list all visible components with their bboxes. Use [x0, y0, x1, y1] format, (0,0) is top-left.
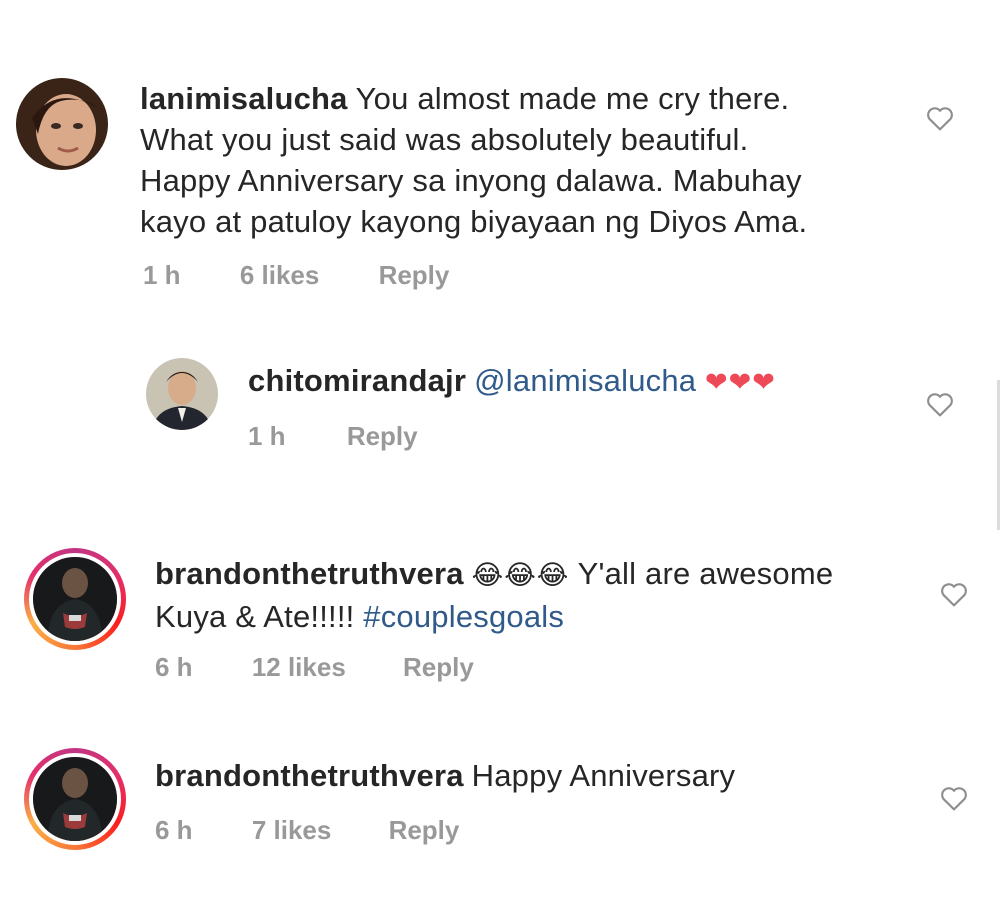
avatar-story-ring[interactable]: [24, 548, 126, 650]
likes-count[interactable]: 6 likes: [240, 260, 320, 291]
comment-line: What you just said was absolutely beauti…: [140, 122, 749, 157]
heart-outline-icon[interactable]: [923, 388, 957, 420]
avatar[interactable]: [16, 78, 108, 170]
mention-link[interactable]: @lanimisalucha: [474, 363, 696, 398]
username[interactable]: brandonthetruthvera: [155, 556, 464, 591]
comment-text: brandonthetruthvera Happy Anniversary: [155, 755, 915, 796]
comment-meta: 6 h 7 likes Reply: [155, 815, 459, 846]
heart-outline-icon[interactable]: [937, 578, 971, 610]
comment-line: You almost made me cry there.: [355, 81, 790, 116]
hashtag-link[interactable]: #couplesgoals: [363, 599, 564, 634]
heart-outline-icon[interactable]: [937, 782, 971, 814]
reply-button[interactable]: Reply: [379, 260, 450, 291]
laughing-emoji: 😂😂😂: [471, 560, 570, 590]
reply-button[interactable]: Reply: [389, 815, 460, 846]
comment-line: Happy Anniversary sa inyong dalawa. Mabu…: [140, 163, 802, 198]
reply-button[interactable]: Reply: [347, 421, 418, 452]
likes-count[interactable]: 12 likes: [252, 652, 346, 683]
heart-outline-icon[interactable]: [923, 102, 957, 134]
timestamp: 1 h: [248, 421, 286, 451]
comment-meta: 6 h 12 likes Reply: [155, 652, 474, 683]
timestamp: 6 h: [155, 815, 193, 845]
timestamp: 1 h: [143, 260, 181, 290]
avatar[interactable]: [146, 358, 218, 430]
comment-text-part: Kuya & Ate!!!!!: [155, 599, 355, 634]
hearts-emoji: ❤❤❤: [705, 367, 776, 397]
timestamp: 6 h: [155, 652, 193, 682]
comment-meta: 1 h 6 likes Reply: [143, 260, 449, 291]
comment-text: lanimisalucha You almost made me cry ther…: [140, 78, 900, 242]
comment-text-part: Y'all are awesome: [577, 556, 834, 591]
avatar-story-ring[interactable]: [24, 748, 126, 850]
likes-count[interactable]: 7 likes: [252, 815, 332, 846]
comment-text: brandonthetruthvera 😂😂😂 Y'all are awesome…: [155, 553, 915, 637]
comment-meta: 1 h Reply: [248, 421, 418, 452]
comment-text: chitomirandajr @lanimisalucha ❤❤❤: [248, 360, 888, 403]
username[interactable]: lanimisalucha: [140, 81, 348, 116]
username[interactable]: chitomirandajr: [248, 363, 466, 398]
comment-text-part: Happy Anniversary: [471, 758, 736, 793]
reply-button[interactable]: Reply: [403, 652, 474, 683]
comment-line: kayo at patuloy kayong biyayaan ng Diyos…: [140, 204, 808, 239]
username[interactable]: brandonthetruthvera: [155, 758, 464, 793]
